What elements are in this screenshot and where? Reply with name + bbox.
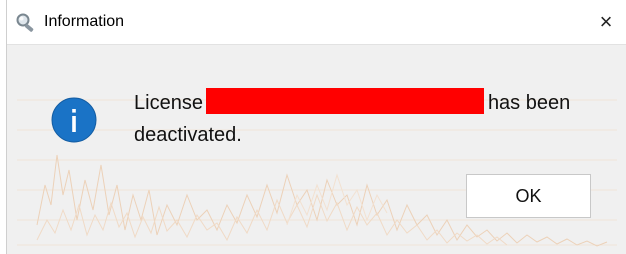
message-prefix: License — [134, 92, 203, 114]
ok-button[interactable]: OK — [466, 174, 591, 218]
info-icon — [51, 97, 97, 143]
magnifier-icon — [16, 13, 34, 32]
window-title: Information — [44, 13, 125, 30]
message-text: License has been deactivated. — [134, 87, 604, 151]
close-button[interactable]: × — [593, 9, 619, 35]
message-line2: deactivated. — [134, 124, 242, 146]
information-dialog: Information × License has been deactivate… — [6, 0, 626, 254]
title-bar: Information × — [7, 0, 626, 45]
message-suffix: has been — [487, 92, 571, 114]
redacted-license-key — [205, 88, 484, 114]
